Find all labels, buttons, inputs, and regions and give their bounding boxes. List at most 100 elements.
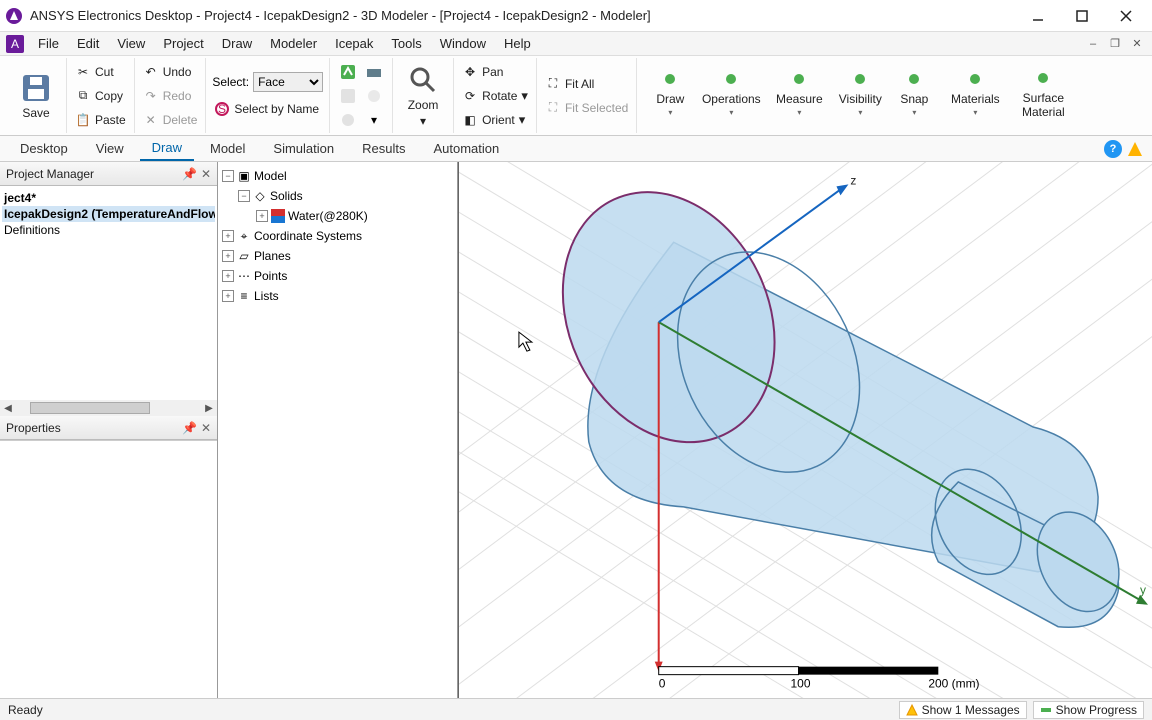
pan-button[interactable]: ✥Pan [460, 61, 530, 83]
fit-all-button[interactable]: ⛶Fit All [543, 73, 630, 95]
tab-draw[interactable]: Draw [140, 136, 194, 161]
pm-close-icon[interactable]: ✕ [201, 167, 211, 181]
menu-edit[interactable]: Edit [69, 33, 107, 54]
expand-icon[interactable]: + [222, 270, 234, 282]
pm-hscroll[interactable]: ◀ ▶ [0, 400, 217, 416]
tree-coord[interactable]: + ⌖ Coordinate Systems [220, 226, 455, 246]
delete-icon: ✕ [143, 112, 159, 128]
orient-button[interactable]: ◧Orient ▾ [460, 109, 530, 131]
help-icon[interactable]: ? [1104, 140, 1122, 158]
cat-visibility[interactable]: Visibility▾ [833, 60, 887, 132]
fit-selected-button[interactable]: ⛶Fit Selected [543, 97, 630, 119]
tree-water[interactable]: + Water(@280K) [220, 206, 455, 226]
project-manager-body[interactable]: ject4* IcepakDesign2 (TemperatureAndFlow… [0, 186, 217, 416]
expand-icon[interactable]: − [238, 190, 250, 202]
pm-design[interactable]: IcepakDesign2 (TemperatureAndFlow [2, 206, 215, 222]
show-progress-button[interactable]: Show Progress [1033, 701, 1144, 719]
tab-simulation[interactable]: Simulation [261, 137, 346, 160]
scroll-left-icon[interactable]: ◀ [0, 400, 16, 416]
mdi-close[interactable]: ✕ [1128, 37, 1146, 51]
tree-planes[interactable]: + ▱ Planes [220, 246, 455, 266]
viewport-3d[interactable]: y z 0 100 200 (mm) [458, 162, 1152, 698]
model-tree[interactable]: − ▣ Model − ◇ Solids + Water(@280K) + ⌖ … [218, 162, 458, 698]
cat-snap[interactable]: Snap▾ [887, 60, 941, 132]
project-manager-header: Project Manager 📌✕ [0, 162, 217, 186]
select-by-name-button[interactable]: S Select by Name [212, 98, 323, 120]
cat-materials-label: Materials [951, 92, 1000, 106]
mdi-minimize[interactable]: – [1084, 37, 1102, 51]
save-label: Save [22, 106, 49, 120]
delete-button[interactable]: ✕Delete [141, 109, 200, 131]
cat-measure[interactable]: Measure▾ [765, 60, 833, 132]
solid-body[interactable] [523, 162, 1134, 627]
paste-label: Paste [95, 113, 126, 127]
menu-project[interactable]: Project [155, 33, 211, 54]
menu-help[interactable]: Help [496, 33, 539, 54]
tool-b1[interactable] [362, 61, 386, 83]
scroll-thumb[interactable] [30, 402, 150, 414]
tab-view[interactable]: View [84, 137, 136, 160]
copy-button[interactable]: ⧉Copy [73, 85, 128, 107]
select-label: Select: [212, 75, 249, 89]
cat-draw[interactable]: Draw▾ [643, 60, 697, 132]
tab-results[interactable]: Results [350, 137, 417, 160]
expand-icon[interactable]: − [222, 170, 234, 182]
redo-button[interactable]: ↷Redo [141, 85, 200, 107]
expand-icon[interactable]: + [256, 210, 268, 222]
tool-a1[interactable] [336, 61, 360, 83]
lists-icon: ≡ [236, 288, 252, 304]
expand-icon[interactable]: + [222, 290, 234, 302]
expand-icon[interactable]: + [222, 230, 234, 242]
viewport-canvas[interactable]: y z 0 100 200 (mm) [459, 162, 1152, 698]
pm-pin-icon[interactable]: 📌 [182, 167, 197, 181]
tab-automation[interactable]: Automation [421, 137, 511, 160]
tab-model[interactable]: Model [198, 137, 257, 160]
tree-model[interactable]: − ▣ Model [220, 166, 455, 186]
cat-operations[interactable]: Operations▾ [697, 60, 765, 132]
zoom-button[interactable]: Zoom ▾ [399, 60, 447, 132]
show-messages-button[interactable]: Show 1 Messages [899, 701, 1027, 719]
fit-selected-icon: ⛶ [545, 100, 561, 116]
select-mode-dropdown[interactable]: Face [253, 72, 323, 92]
menu-draw[interactable]: Draw [214, 33, 260, 54]
undo-button[interactable]: ↶Undo [141, 61, 200, 83]
show-progress-label: Show Progress [1056, 703, 1137, 717]
menu-view[interactable]: View [109, 33, 153, 54]
tree-lists[interactable]: + ≡ Lists [220, 286, 455, 306]
pm-project[interactable]: ject4* [2, 190, 215, 206]
menu-icepak[interactable]: Icepak [327, 33, 381, 54]
cut-icon: ✂ [75, 64, 91, 80]
menu-file[interactable]: File [30, 33, 67, 54]
rotate-button[interactable]: ⟳Rotate ▾ [460, 85, 530, 107]
tree-solids[interactable]: − ◇ Solids [220, 186, 455, 206]
tree-coord-label: Coordinate Systems [254, 229, 362, 243]
tool-b3[interactable]: ▾ [362, 109, 386, 131]
scroll-right-icon[interactable]: ▶ [201, 400, 217, 416]
app-menu-icon[interactable]: A [6, 35, 24, 53]
minimize-button[interactable] [1016, 1, 1060, 31]
pm-definitions[interactable]: Definitions [2, 222, 215, 238]
cat-operations-label: Operations [702, 92, 761, 106]
tree-points[interactable]: + ⋯ Points [220, 266, 455, 286]
scale-max: 200 (mm) [928, 677, 979, 691]
props-close-icon[interactable]: ✕ [201, 421, 211, 435]
points-icon: ⋯ [236, 268, 252, 284]
menubar: A File Edit View Project Draw Modeler Ic… [0, 32, 1152, 56]
close-button[interactable] [1104, 1, 1148, 31]
menu-modeler[interactable]: Modeler [262, 33, 325, 54]
maximize-button[interactable] [1060, 1, 1104, 31]
tab-desktop[interactable]: Desktop [8, 137, 80, 160]
expand-icon[interactable]: + [222, 250, 234, 262]
material-icon [270, 208, 286, 224]
cat-surface-material[interactable]: Surface Material [1009, 60, 1077, 132]
cat-materials[interactable]: Materials▾ [941, 60, 1009, 132]
menu-window[interactable]: Window [432, 33, 494, 54]
mdi-restore[interactable]: ❐ [1106, 37, 1124, 51]
paste-button[interactable]: 📋Paste [73, 109, 128, 131]
cat-sm-label: Surface Material [1022, 91, 1065, 119]
menu-tools[interactable]: Tools [383, 33, 429, 54]
save-button[interactable]: Save [12, 60, 60, 132]
props-pin-icon[interactable]: 📌 [182, 421, 197, 435]
cut-button[interactable]: ✂Cut [73, 61, 128, 83]
cat-visibility-label: Visibility [839, 92, 882, 106]
